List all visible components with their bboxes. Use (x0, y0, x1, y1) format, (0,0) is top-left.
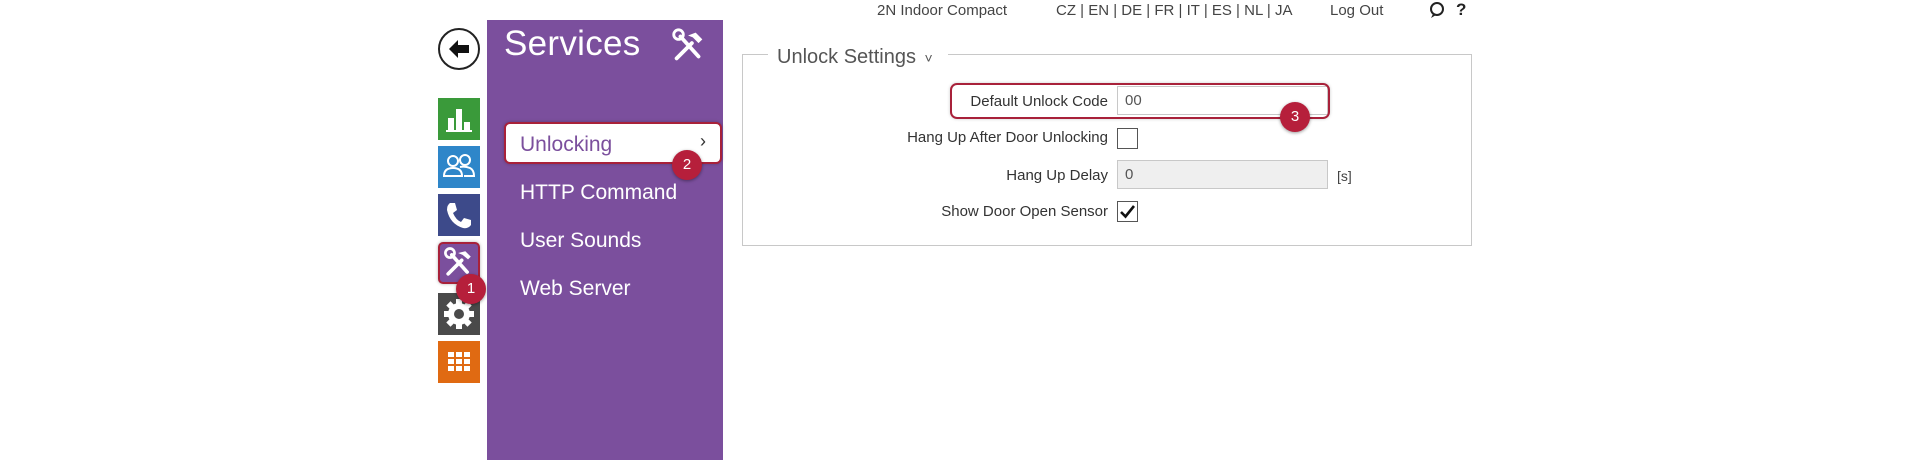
bar-chart-icon (446, 109, 472, 132)
hang-up-after-unlocking-label: Hang Up After Door Unlocking (907, 129, 1108, 146)
nav-status[interactable] (438, 98, 480, 140)
show-door-open-sensor-checkbox[interactable] (1117, 201, 1138, 222)
grid-icon (448, 352, 470, 371)
tools-icon (668, 26, 710, 66)
step-badge-2: 2 (672, 150, 702, 180)
menu-item-web-server[interactable]: Web Server (520, 277, 631, 301)
step-badge-1: 1 (456, 274, 486, 304)
nav-hardware[interactable] (438, 341, 480, 383)
nav-directory[interactable] (438, 146, 480, 188)
users-icon (442, 154, 476, 177)
back-arrow-icon (449, 40, 469, 58)
section-title-text: Unlock Settings (777, 46, 916, 68)
chevron-down-icon: ˅ (924, 50, 933, 66)
hang-up-delay-label: Hang Up Delay (1006, 167, 1108, 184)
menu-item-http-command[interactable]: HTTP Command (520, 181, 677, 205)
phone-icon (447, 203, 471, 229)
section-title[interactable]: Unlock Settings ˅ (777, 46, 933, 69)
checkmark-icon (1120, 205, 1136, 219)
step-badge-3: 3 (1280, 102, 1310, 132)
hang-up-after-unlocking-checkbox[interactable] (1117, 128, 1138, 149)
language-selector[interactable]: CZ | EN | DE | FR | IT | ES | NL | JA (1056, 2, 1292, 19)
device-name: 2N Indoor Compact (877, 2, 1008, 19)
show-door-open-sensor-label: Show Door Open Sensor (941, 203, 1108, 220)
highlight-default-unlock-code (950, 83, 1330, 119)
page-title: Services (504, 24, 641, 63)
help-icon[interactable]: ? (1456, 0, 1466, 20)
nav-calls[interactable] (438, 194, 480, 236)
logout-link[interactable]: Log Out (1330, 2, 1383, 19)
menu-item-user-sounds[interactable]: User Sounds (520, 229, 641, 253)
back-button[interactable] (438, 28, 480, 70)
hang-up-delay-input[interactable] (1117, 160, 1328, 189)
chevron-right-icon: › (700, 131, 706, 151)
hang-up-delay-unit: [s] (1337, 168, 1352, 184)
chat-icon[interactable] (1428, 1, 1446, 19)
menu-item-label: Unlocking (520, 133, 613, 156)
